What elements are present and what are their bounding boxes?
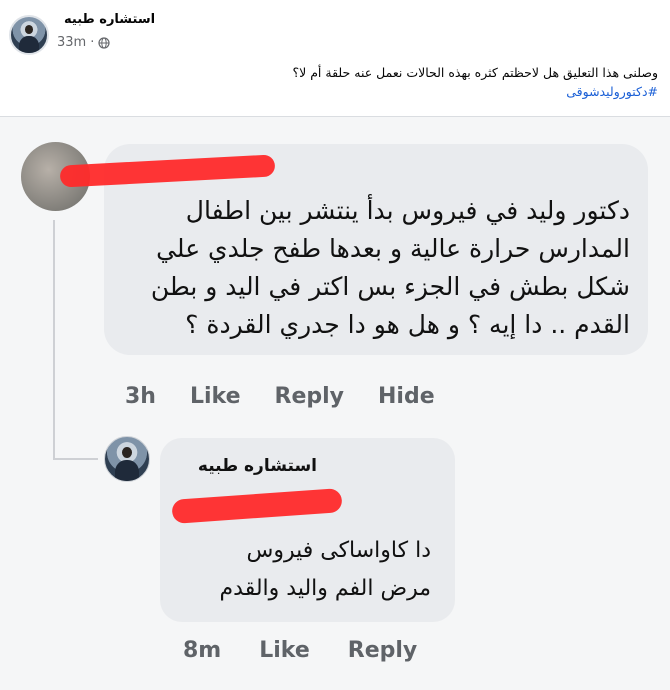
reply-text-line: دا كاواساكى فيروس	[246, 538, 431, 563]
mention-redaction-scribble	[171, 488, 343, 524]
post-meta: 33m ·	[57, 35, 110, 50]
reply-button[interactable]: Reply	[275, 384, 345, 409]
post-time[interactable]: 33m	[57, 35, 86, 50]
reply-button[interactable]: Reply	[348, 638, 418, 663]
reply-text: دا كاواساكى فيروس مرض الفم واليد والقدم	[171, 532, 431, 608]
post-hashtag[interactable]: #دكتوروليدشوقى	[18, 82, 658, 101]
avatar-body	[114, 459, 140, 481]
comment-actions: 3h Like Reply Hide	[125, 384, 469, 409]
post-author-name[interactable]: استشاره طبيه	[64, 12, 155, 27]
thread-connector	[53, 458, 98, 460]
reply-bubble: استشاره طبيه دا كاواساكى فيروس مرض الفم …	[160, 438, 455, 622]
like-button[interactable]: Like	[190, 384, 241, 409]
reply-actions: 8m Like Reply	[183, 638, 455, 663]
reply-author-name[interactable]: استشاره طبيه	[198, 456, 317, 476]
reply-time[interactable]: 8m	[183, 638, 221, 663]
avatar-head	[121, 446, 133, 459]
avatar-body	[18, 35, 40, 53]
reply-author-avatar[interactable]	[104, 436, 150, 482]
comment-time[interactable]: 3h	[125, 384, 156, 409]
meta-separator: ·	[90, 35, 95, 50]
post-body: وصلنى هذا التعليق هل لاحظتم كثره بهذه ال…	[292, 65, 658, 80]
thread-line	[53, 220, 55, 460]
hide-button[interactable]: Hide	[378, 384, 435, 409]
avatar-head	[24, 24, 34, 35]
comment-text: دكتور وليد في فيروس بدأ ينتشر بين اطفال …	[150, 196, 630, 339]
like-button[interactable]: Like	[259, 638, 310, 663]
globe-icon	[98, 36, 110, 49]
reply-text-line: مرض الفم واليد والقدم	[219, 576, 431, 601]
post-author-avatar[interactable]	[9, 15, 49, 55]
post-text: وصلنى هذا التعليق هل لاحظتم كثره بهذه ال…	[18, 63, 658, 101]
